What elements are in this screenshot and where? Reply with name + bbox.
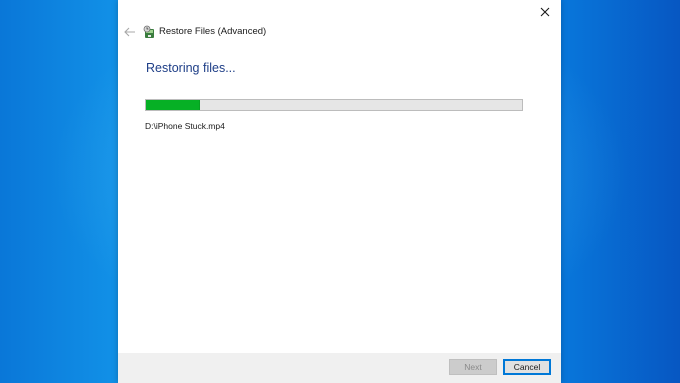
restore-files-dialog: Restore Files (Advanced) Restoring files…	[118, 0, 561, 383]
restore-progress-bar	[145, 99, 523, 111]
dialog-title: Restore Files (Advanced)	[159, 26, 267, 37]
cancel-button[interactable]: Cancel	[503, 359, 551, 375]
restore-progress-fill	[146, 100, 200, 110]
close-icon	[540, 7, 550, 17]
dialog-footer: Next Cancel	[118, 353, 561, 383]
close-button[interactable]	[535, 2, 555, 22]
back-arrow-icon	[124, 27, 135, 37]
current-file-path: D:\iPhone Stuck.mp4	[145, 121, 225, 131]
back-button[interactable]	[122, 24, 138, 40]
restore-files-icon	[143, 25, 156, 39]
next-button[interactable]: Next	[449, 359, 497, 375]
restoring-heading: Restoring files...	[146, 61, 236, 75]
